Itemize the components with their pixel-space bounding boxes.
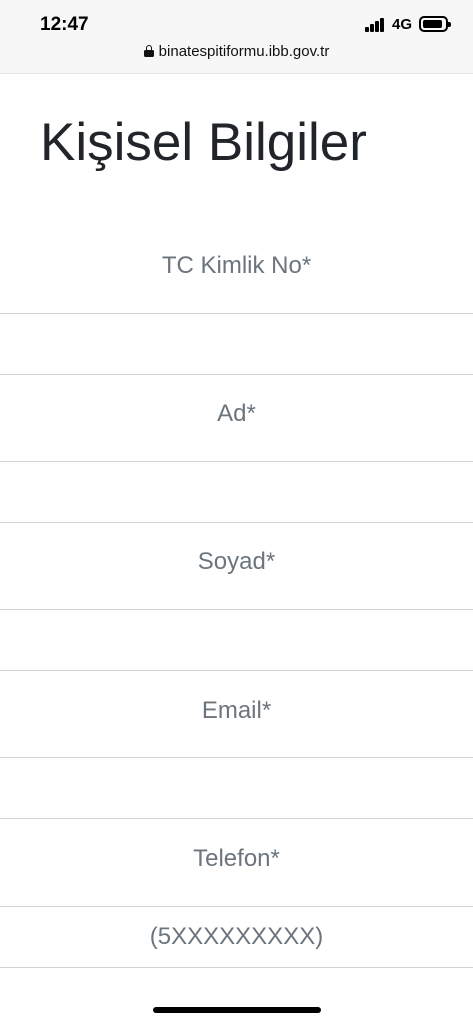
signal-icon: [365, 18, 387, 32]
page-title: Kişisel Bilgiler: [40, 113, 367, 172]
email-input[interactable]: [0, 757, 473, 819]
ad-input[interactable]: [0, 461, 473, 523]
status-bar: 12:47 4G binatespitiformu.ibb.gov.tr: [0, 0, 473, 74]
network-type: 4G: [392, 16, 413, 33]
soyad-input[interactable]: [0, 609, 473, 671]
tc-kimlik-input[interactable]: [0, 313, 473, 375]
address-bar[interactable]: binatespitiformu.ibb.gov.tr: [0, 43, 473, 60]
status-time: 12:47: [40, 14, 89, 35]
soyad-label: Soyad*: [197, 548, 276, 575]
ad-label: Ad*: [217, 400, 256, 427]
lock-icon: [143, 45, 154, 57]
battery-icon: [419, 16, 451, 32]
telefon-input[interactable]: [0, 906, 473, 968]
email-label: Email*: [201, 697, 272, 724]
home-indicator: [153, 1007, 321, 1013]
url-text: binatespitiformu.ibb.gov.tr: [158, 43, 330, 60]
tc-kimlik-label: TC Kimlik No*: [161, 252, 312, 279]
telefon-label: Telefon*: [193, 845, 280, 872]
